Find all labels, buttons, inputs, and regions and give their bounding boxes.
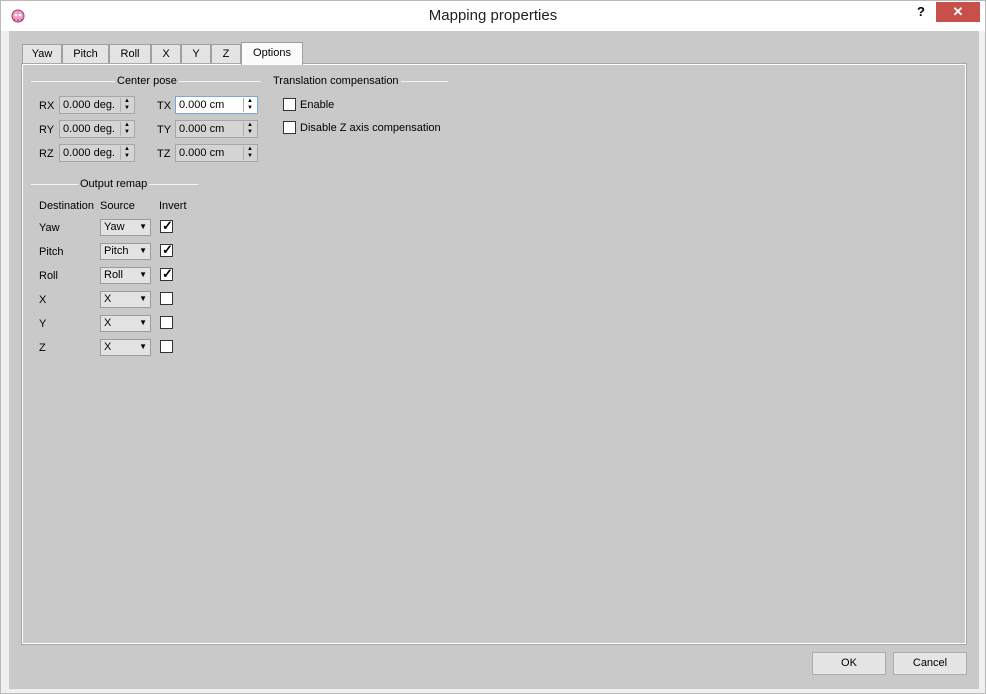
remap-invert-x[interactable] bbox=[160, 292, 173, 305]
tab-options[interactable]: Options bbox=[241, 42, 303, 65]
tx-label: TX bbox=[157, 100, 172, 112]
remap-source-yaw[interactable]: Yaw ▼ bbox=[100, 219, 151, 236]
enable-label: Enable bbox=[300, 99, 335, 111]
center-pose-title: Center pose bbox=[115, 75, 179, 87]
remap-dest-y: Y bbox=[39, 318, 47, 330]
dropdown-arrow-icon: ▼ bbox=[139, 270, 147, 279]
title-bar: Mapping properties ? ✕ bbox=[1, 1, 985, 31]
rz-spinbox[interactable]: 0.000 deg. ▲ ▼ bbox=[59, 144, 135, 162]
remap-invert-z[interactable] bbox=[160, 340, 173, 353]
remap-invert-y[interactable] bbox=[160, 316, 173, 329]
remap-source-x[interactable]: X ▼ bbox=[100, 291, 151, 308]
rx-label: RX bbox=[39, 100, 55, 112]
remap-source-yaw-value: Yaw bbox=[104, 221, 125, 233]
remap-source-x-value: X bbox=[104, 293, 112, 305]
tx-spinbox[interactable]: 0.000 cm ▲ ▼ bbox=[175, 96, 258, 114]
dropdown-arrow-icon: ▼ bbox=[139, 246, 147, 255]
remap-dest-roll: Roll bbox=[39, 270, 58, 282]
checkmark-icon: ✓ bbox=[162, 266, 173, 281]
ry-label: RY bbox=[39, 124, 55, 136]
cancel-button[interactable]: Cancel bbox=[893, 652, 967, 675]
tab-x[interactable]: X bbox=[151, 44, 181, 64]
remap-dest-pitch: Pitch bbox=[39, 246, 64, 258]
checkmark-icon: ✓ bbox=[162, 218, 173, 233]
checkmark-icon: ✓ bbox=[162, 242, 173, 257]
disable-z-checkbox[interactable] bbox=[283, 121, 296, 134]
dropdown-arrow-icon: ▼ bbox=[139, 342, 147, 351]
tx-value: 0.000 cm bbox=[179, 99, 225, 111]
destination-header: Destination bbox=[39, 200, 95, 212]
dialog-window: Mapping properties ? ✕ Yaw Pitch Roll X … bbox=[0, 0, 986, 694]
ry-spinbox[interactable]: 0.000 deg. ▲ ▼ bbox=[59, 120, 135, 138]
options-tab-pane: Center pose RX 0.000 deg. ▲ ▼ TX 0.000 cm… bbox=[21, 63, 967, 645]
rx-value: 0.000 deg. bbox=[63, 99, 115, 111]
tz-label: TZ bbox=[157, 148, 171, 160]
rx-spinbox[interactable]: 0.000 deg. ▲ ▼ bbox=[59, 96, 135, 114]
window-title: Mapping properties bbox=[428, 7, 558, 24]
remap-source-roll-value: Roll bbox=[104, 269, 123, 281]
ty-value: 0.000 cm bbox=[179, 123, 225, 135]
rz-label: RZ bbox=[39, 148, 54, 160]
remap-source-pitch[interactable]: Pitch ▼ bbox=[100, 243, 151, 260]
rz-value: 0.000 deg. bbox=[63, 147, 115, 159]
remap-source-y-value: X bbox=[104, 317, 112, 329]
remap-source-z-value: X bbox=[104, 341, 112, 353]
dialog-client-area: Yaw Pitch Roll X Y Z Options Center pose… bbox=[9, 31, 979, 689]
tab-z[interactable]: Z bbox=[211, 44, 241, 64]
tab-y[interactable]: Y bbox=[181, 44, 211, 64]
remap-dest-yaw: Yaw bbox=[39, 222, 60, 234]
ty-spinbox[interactable]: 0.000 cm ▲ ▼ bbox=[175, 120, 258, 138]
ok-button[interactable]: OK bbox=[812, 652, 886, 675]
dropdown-arrow-icon: ▼ bbox=[139, 294, 147, 303]
invert-header: Invert bbox=[159, 200, 187, 212]
disable-z-label: Disable Z axis compensation bbox=[300, 122, 441, 134]
tz-spin-arrows-icon[interactable]: ▲ ▼ bbox=[243, 146, 256, 160]
ty-label: TY bbox=[157, 124, 172, 136]
remap-invert-roll[interactable]: ✓ bbox=[160, 266, 173, 281]
remap-source-y[interactable]: X ▼ bbox=[100, 315, 151, 332]
ry-value: 0.000 deg. bbox=[63, 123, 115, 135]
source-header: Source bbox=[100, 200, 135, 212]
remap-source-roll[interactable]: Roll ▼ bbox=[100, 267, 151, 284]
translation-compensation-title: Translation compensation bbox=[271, 75, 401, 87]
close-button[interactable]: ✕ bbox=[936, 2, 980, 22]
tab-yaw[interactable]: Yaw bbox=[22, 44, 62, 64]
dropdown-arrow-icon: ▼ bbox=[139, 318, 147, 327]
tz-spinbox[interactable]: 0.000 cm ▲ ▼ bbox=[175, 144, 258, 162]
remap-invert-pitch[interactable]: ✓ bbox=[160, 242, 173, 257]
tx-spin-arrows-icon[interactable]: ▲ ▼ bbox=[243, 98, 256, 112]
tab-pitch[interactable]: Pitch bbox=[62, 44, 109, 64]
tab-roll[interactable]: Roll bbox=[109, 44, 151, 64]
remap-source-pitch-value: Pitch bbox=[104, 245, 129, 257]
remap-dest-x: X bbox=[39, 294, 47, 306]
remap-dest-z: Z bbox=[39, 342, 46, 354]
ty-spin-arrows-icon[interactable]: ▲ ▼ bbox=[243, 122, 256, 136]
dropdown-arrow-icon: ▼ bbox=[139, 222, 147, 231]
enable-checkbox[interactable] bbox=[283, 98, 296, 111]
output-remap-title: Output remap bbox=[78, 178, 150, 190]
remap-source-z[interactable]: X ▼ bbox=[100, 339, 151, 356]
remap-invert-yaw[interactable]: ✓ bbox=[160, 218, 173, 233]
tz-value: 0.000 cm bbox=[179, 147, 225, 159]
help-button[interactable]: ? bbox=[909, 2, 933, 22]
rz-spin-arrows-icon[interactable]: ▲ ▼ bbox=[120, 146, 133, 160]
rx-spin-arrows-icon[interactable]: ▲ ▼ bbox=[120, 98, 133, 112]
ry-spin-arrows-icon[interactable]: ▲ ▼ bbox=[120, 122, 133, 136]
